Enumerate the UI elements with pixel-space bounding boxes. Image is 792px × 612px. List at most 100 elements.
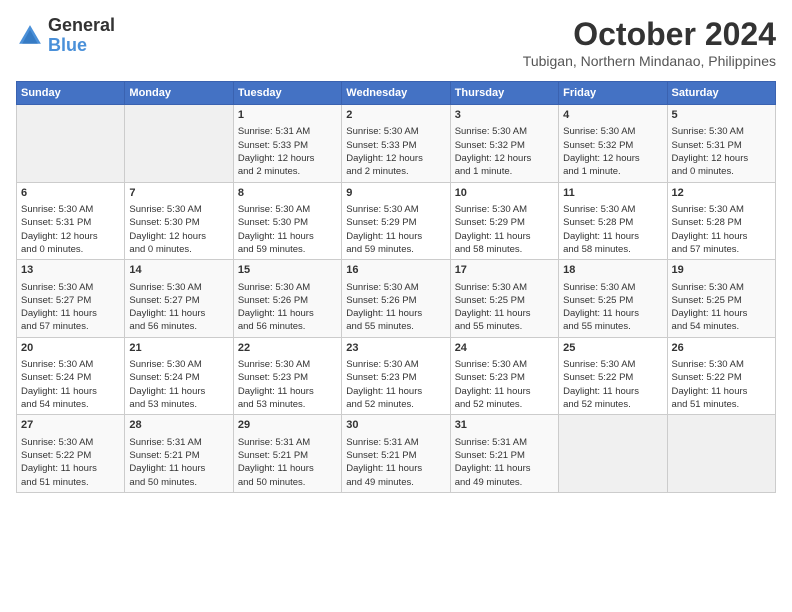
day-header-wednesday: Wednesday — [342, 82, 450, 105]
calendar-cell — [125, 105, 233, 183]
calendar-cell: 8 Sunrise: 5:30 AM Sunset: 5:30 PM Daylig… — [233, 182, 341, 260]
calendar-cell: 22Sunrise: 5:30 AM Sunset: 5:23 PM Dayli… — [233, 337, 341, 415]
calendar-cell: 2 Sunrise: 5:30 AM Sunset: 5:33 PM Daylig… — [342, 105, 450, 183]
day-number: 24 — [455, 341, 554, 356]
cell-content: Sunrise: 5:30 AM Sunset: 5:25 PM Dayligh… — [455, 281, 554, 334]
calendar-cell: 28 Sunrise: 5:31 AM Sunset: 5:21 PM Dayli… — [125, 415, 233, 493]
day-number: 23 — [346, 341, 445, 356]
day-header-saturday: Saturday — [667, 82, 775, 105]
calendar-cell: 4 Sunrise: 5:30 AM Sunset: 5:32 PM Daylig… — [559, 105, 667, 183]
calendar-cell: 27Sunrise: 5:30 AM Sunset: 5:22 PM Dayli… — [17, 415, 125, 493]
calendar-cell: 31 Sunrise: 5:31 AM Sunset: 5:21 PM Dayli… — [450, 415, 558, 493]
cell-content: Sunrise: 5:31 AM Sunset: 5:21 PM Dayligh… — [455, 436, 554, 489]
calendar-header: SundayMondayTuesdayWednesdayThursdayFrid… — [17, 82, 776, 105]
day-number: 26 — [672, 341, 771, 356]
cell-content: Sunrise: 5:30 AM Sunset: 5:24 PM Dayligh… — [21, 358, 120, 411]
day-header-monday: Monday — [125, 82, 233, 105]
logo: General Blue — [16, 16, 115, 56]
day-number: 8 — [238, 186, 337, 201]
day-number: 22 — [238, 341, 337, 356]
cell-content: Sunrise: 5:30 AM Sunset: 5:23 PM Dayligh… — [346, 358, 445, 411]
month-title: October 2024 — [523, 16, 776, 53]
day-header-tuesday: Tuesday — [233, 82, 341, 105]
cell-content: Sunrise: 5:31 AM Sunset: 5:21 PM Dayligh… — [238, 436, 337, 489]
calendar-cell: 15Sunrise: 5:30 AM Sunset: 5:26 PM Dayli… — [233, 260, 341, 338]
cell-content: Sunrise: 5:31 AM Sunset: 5:21 PM Dayligh… — [346, 436, 445, 489]
calendar-cell: 7 Sunrise: 5:30 AM Sunset: 5:30 PM Daylig… — [125, 182, 233, 260]
day-number: 18 — [563, 263, 662, 278]
day-header-friday: Friday — [559, 82, 667, 105]
cell-content: Sunrise: 5:30 AM Sunset: 5:33 PM Dayligh… — [346, 125, 445, 178]
week-row-2: 6Sunrise: 5:30 AM Sunset: 5:31 PM Daylig… — [17, 182, 776, 260]
calendar-cell: 21 Sunrise: 5:30 AM Sunset: 5:24 PM Dayli… — [125, 337, 233, 415]
calendar-cell: 11 Sunrise: 5:30 AM Sunset: 5:28 PM Dayli… — [559, 182, 667, 260]
week-row-5: 27Sunrise: 5:30 AM Sunset: 5:22 PM Dayli… — [17, 415, 776, 493]
day-number: 29 — [238, 418, 337, 433]
calendar-cell: 12 Sunrise: 5:30 AM Sunset: 5:28 PM Dayli… — [667, 182, 775, 260]
day-number: 13 — [21, 263, 120, 278]
cell-content: Sunrise: 5:30 AM Sunset: 5:29 PM Dayligh… — [455, 203, 554, 256]
week-row-4: 20Sunrise: 5:30 AM Sunset: 5:24 PM Dayli… — [17, 337, 776, 415]
cell-content: Sunrise: 5:30 AM Sunset: 5:28 PM Dayligh… — [672, 203, 771, 256]
day-number: 1 — [238, 108, 337, 123]
calendar-cell — [559, 415, 667, 493]
day-number: 28 — [129, 418, 228, 433]
calendar-cell: 19 Sunrise: 5:30 AM Sunset: 5:25 PM Dayli… — [667, 260, 775, 338]
cell-content: Sunrise: 5:31 AM Sunset: 5:21 PM Dayligh… — [129, 436, 228, 489]
calendar-cell: 23 Sunrise: 5:30 AM Sunset: 5:23 PM Dayli… — [342, 337, 450, 415]
calendar-cell: 26Sunrise: 5:30 AM Sunset: 5:22 PM Dayli… — [667, 337, 775, 415]
cell-content: Sunrise: 5:30 AM Sunset: 5:24 PM Dayligh… — [129, 358, 228, 411]
day-number: 12 — [672, 186, 771, 201]
page-header: General Blue October 2024 Tubigan, North… — [16, 16, 776, 69]
cell-content: Sunrise: 5:30 AM Sunset: 5:27 PM Dayligh… — [21, 281, 120, 334]
calendar-cell: 20Sunrise: 5:30 AM Sunset: 5:24 PM Dayli… — [17, 337, 125, 415]
cell-content: Sunrise: 5:30 AM Sunset: 5:32 PM Dayligh… — [563, 125, 662, 178]
cell-content: Sunrise: 5:30 AM Sunset: 5:22 PM Dayligh… — [563, 358, 662, 411]
logo-icon — [16, 22, 44, 50]
day-number: 17 — [455, 263, 554, 278]
day-header-thursday: Thursday — [450, 82, 558, 105]
day-number: 21 — [129, 341, 228, 356]
day-number: 27 — [21, 418, 120, 433]
cell-content: Sunrise: 5:30 AM Sunset: 5:31 PM Dayligh… — [21, 203, 120, 256]
calendar-cell: 9 Sunrise: 5:30 AM Sunset: 5:29 PM Daylig… — [342, 182, 450, 260]
week-row-1: 1 Sunrise: 5:31 AM Sunset: 5:33 PM Daylig… — [17, 105, 776, 183]
day-number: 30 — [346, 418, 445, 433]
cell-content: Sunrise: 5:30 AM Sunset: 5:30 PM Dayligh… — [129, 203, 228, 256]
title-block: October 2024 Tubigan, Northern Mindanao,… — [523, 16, 776, 69]
week-row-3: 13 Sunrise: 5:30 AM Sunset: 5:27 PM Dayli… — [17, 260, 776, 338]
calendar-cell: 5 Sunrise: 5:30 AM Sunset: 5:31 PM Daylig… — [667, 105, 775, 183]
cell-content: Sunrise: 5:30 AM Sunset: 5:23 PM Dayligh… — [455, 358, 554, 411]
location-title: Tubigan, Northern Mindanao, Philippines — [523, 53, 776, 69]
day-number: 7 — [129, 186, 228, 201]
calendar-cell: 13 Sunrise: 5:30 AM Sunset: 5:27 PM Dayli… — [17, 260, 125, 338]
day-number: 2 — [346, 108, 445, 123]
cell-content: Sunrise: 5:31 AM Sunset: 5:33 PM Dayligh… — [238, 125, 337, 178]
calendar-cell: 1 Sunrise: 5:31 AM Sunset: 5:33 PM Daylig… — [233, 105, 341, 183]
day-number: 31 — [455, 418, 554, 433]
day-number: 16 — [346, 263, 445, 278]
calendar-body: 1 Sunrise: 5:31 AM Sunset: 5:33 PM Daylig… — [17, 105, 776, 493]
calendar-cell: 29 Sunrise: 5:31 AM Sunset: 5:21 PM Dayli… — [233, 415, 341, 493]
calendar-cell: 3Sunrise: 5:30 AM Sunset: 5:32 PM Daylig… — [450, 105, 558, 183]
calendar-cell: 6Sunrise: 5:30 AM Sunset: 5:31 PM Daylig… — [17, 182, 125, 260]
calendar-table: SundayMondayTuesdayWednesdayThursdayFrid… — [16, 81, 776, 493]
cell-content: Sunrise: 5:30 AM Sunset: 5:25 PM Dayligh… — [672, 281, 771, 334]
calendar-cell: 14Sunrise: 5:30 AM Sunset: 5:27 PM Dayli… — [125, 260, 233, 338]
day-number: 4 — [563, 108, 662, 123]
cell-content: Sunrise: 5:30 AM Sunset: 5:31 PM Dayligh… — [672, 125, 771, 178]
calendar-cell: 24 Sunrise: 5:30 AM Sunset: 5:23 PM Dayli… — [450, 337, 558, 415]
cell-content: Sunrise: 5:30 AM Sunset: 5:32 PM Dayligh… — [455, 125, 554, 178]
cell-content: Sunrise: 5:30 AM Sunset: 5:28 PM Dayligh… — [563, 203, 662, 256]
day-number: 5 — [672, 108, 771, 123]
calendar-cell — [17, 105, 125, 183]
cell-content: Sunrise: 5:30 AM Sunset: 5:29 PM Dayligh… — [346, 203, 445, 256]
day-number: 19 — [672, 263, 771, 278]
header-row: SundayMondayTuesdayWednesdayThursdayFrid… — [17, 82, 776, 105]
day-number: 9 — [346, 186, 445, 201]
cell-content: Sunrise: 5:30 AM Sunset: 5:30 PM Dayligh… — [238, 203, 337, 256]
day-number: 25 — [563, 341, 662, 356]
day-number: 11 — [563, 186, 662, 201]
cell-content: Sunrise: 5:30 AM Sunset: 5:26 PM Dayligh… — [346, 281, 445, 334]
calendar-cell: 10Sunrise: 5:30 AM Sunset: 5:29 PM Dayli… — [450, 182, 558, 260]
